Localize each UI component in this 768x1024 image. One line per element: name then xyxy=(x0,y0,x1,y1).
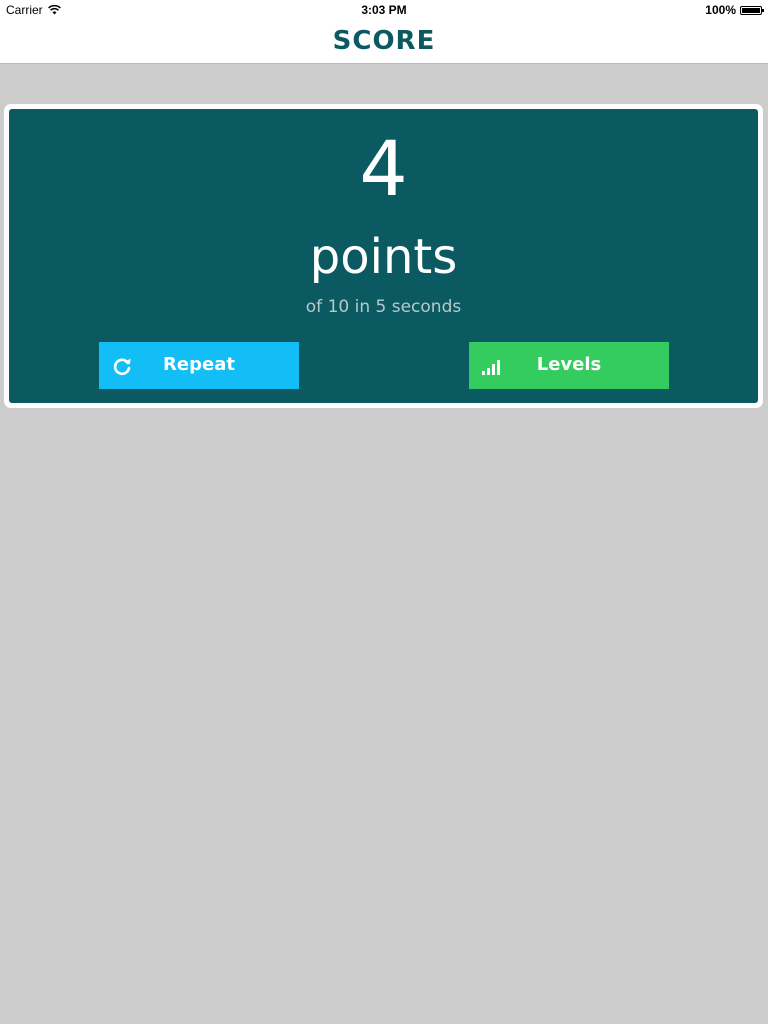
battery-icon xyxy=(740,5,764,15)
repeat-button-label: Repeat xyxy=(163,354,235,375)
battery-percent: 100% xyxy=(705,3,736,17)
score-unit: points xyxy=(309,229,458,285)
status-bar: Carrier 3:03 PM 100% xyxy=(0,0,768,20)
score-value: 4 xyxy=(359,124,408,213)
nav-bar: SCORE xyxy=(0,20,768,64)
levels-button-label: Levels xyxy=(536,354,602,375)
status-right: 100% xyxy=(705,3,764,17)
status-time: 3:03 PM xyxy=(361,3,407,17)
score-card: 4 points of 10 in 5 seconds Repeat Level… xyxy=(4,104,763,408)
page-title: SCORE xyxy=(332,26,436,56)
score-detail: of 10 in 5 seconds xyxy=(305,297,462,317)
score-panel: 4 points of 10 in 5 seconds Repeat Level… xyxy=(9,109,758,403)
repeat-button[interactable]: Repeat xyxy=(99,342,299,389)
levels-button[interactable]: Levels xyxy=(469,342,669,389)
